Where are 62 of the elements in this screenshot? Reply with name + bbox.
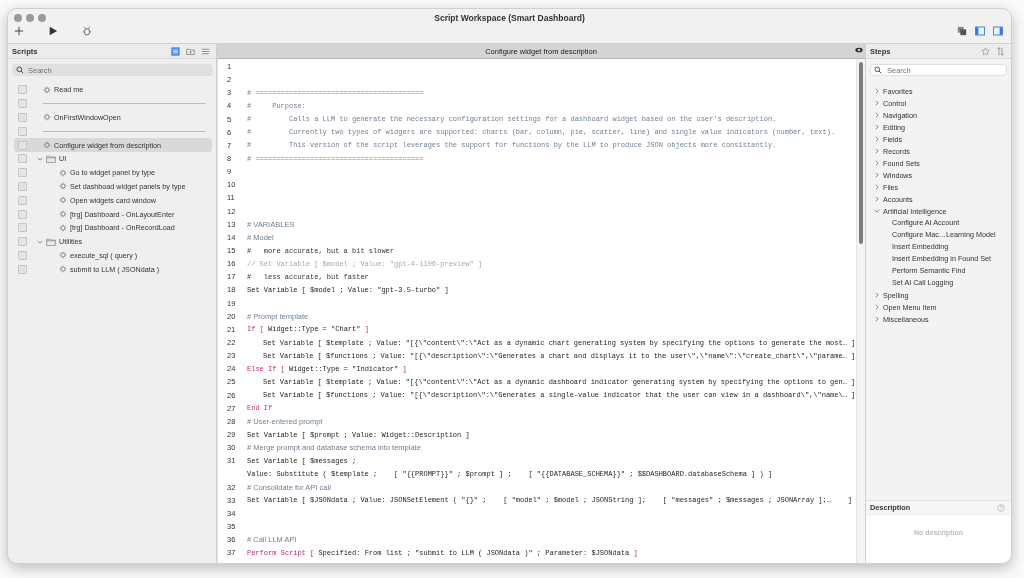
checkbox[interactable] [18,99,27,109]
chevron-icon[interactable] [874,172,880,178]
checkbox[interactable] [18,154,27,164]
close-window-button[interactable] [14,14,22,22]
play-icon[interactable] [48,26,58,36]
checkbox[interactable] [18,113,27,122]
bug-icon[interactable] [82,26,92,36]
checkbox[interactable] [18,168,27,178]
sort-icon[interactable] [996,46,1005,56]
checkbox[interactable] [18,264,27,274]
chevron-icon[interactable] [874,208,880,214]
folder-icon [46,237,56,246]
checkbox[interactable] [18,237,27,247]
chevron-icon[interactable] [874,184,880,190]
chevron-icon[interactable] [874,196,880,202]
checkbox[interactable] [18,195,27,205]
help-icon[interactable] [997,503,1005,512]
search-icon [874,66,882,74]
gear-icon [59,251,67,260]
checkbox[interactable] [18,181,27,191]
eye-icon[interactable] [855,47,863,53]
gear-icon [59,210,67,219]
window-title: Script Workspace (Smart Dashboard) [434,12,585,23]
chevron-icon[interactable] [874,136,880,142]
chevron-icon[interactable] [874,148,880,154]
checkbox[interactable] [18,209,27,219]
gear-icon [43,141,51,150]
add-icon[interactable] [14,26,24,36]
zoom-window-button[interactable] [38,14,46,22]
star-icon[interactable] [981,46,990,56]
chevron-icon[interactable] [874,292,880,298]
gear-icon [59,182,67,191]
chevron-icon[interactable] [874,100,880,106]
chevron-icon[interactable] [874,88,880,94]
left-sidebar-icon[interactable] [975,26,985,36]
copies-icon[interactable] [957,26,967,36]
right-sidebar-icon[interactable] [993,26,1003,36]
checkbox[interactable] [18,140,27,150]
chevron-icon[interactable] [874,112,880,118]
checkbox[interactable] [18,250,27,260]
chevron-icon[interactable] [874,316,880,322]
gear-icon [59,168,67,177]
chevron-icon[interactable] [874,160,880,166]
gear-icon [59,265,67,274]
chevron-icon[interactable] [874,124,880,130]
minimize-window-button[interactable] [26,14,34,22]
gear-icon [43,85,51,94]
checkbox[interactable] [18,85,27,95]
new-folder-icon[interactable] [186,46,195,56]
menu-icon[interactable] [201,46,210,56]
chevron-icon[interactable] [37,238,43,245]
search-icon [16,66,24,74]
gear-icon [59,196,67,205]
checkbox[interactable] [18,223,27,233]
scrollbar-thumb[interactable] [859,62,863,244]
chevron-icon[interactable] [37,155,43,162]
folder-icon [46,154,56,163]
checkbox[interactable] [18,126,27,136]
list-view-icon[interactable] [171,46,180,56]
gear-icon [43,113,51,122]
gear-icon [59,223,67,232]
chevron-icon[interactable] [874,304,880,310]
